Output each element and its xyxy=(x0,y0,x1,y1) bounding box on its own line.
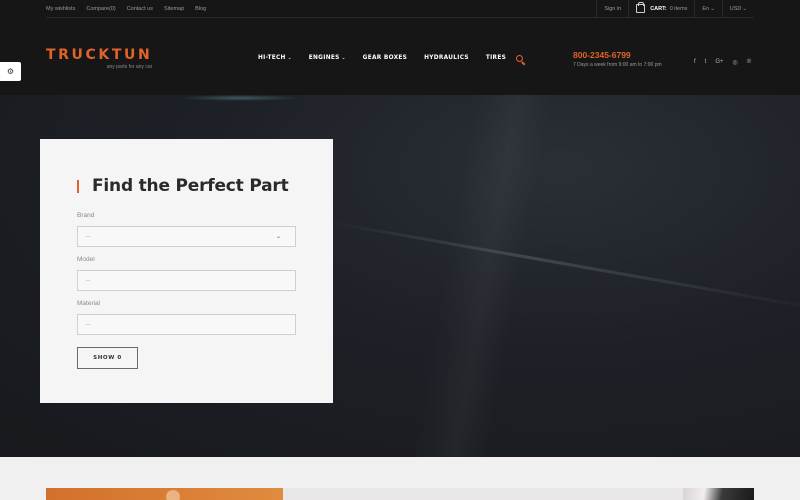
chevron-down-icon: ⌄ xyxy=(742,5,747,12)
logo-tagline: any parts for any car xyxy=(106,64,153,70)
search-icon[interactable] xyxy=(516,55,526,66)
chevron-down-icon: ⌄ xyxy=(275,234,281,240)
top-bar: My wishlists Compare(0) Contact us Sitem… xyxy=(46,0,754,18)
heading-accent-bar xyxy=(77,179,79,193)
finder-heading: Find the Perfect Part xyxy=(77,176,289,196)
model-value: -- xyxy=(86,277,90,284)
pinterest-icon[interactable]: ℗ xyxy=(747,59,751,66)
nav-item-tires[interactable]: TIRES xyxy=(486,55,506,61)
social-links: f t G+ ◎ ℗ xyxy=(694,59,751,66)
promo-banner-orange[interactable] xyxy=(46,488,283,500)
cart-icon xyxy=(636,2,646,13)
material-select[interactable]: -- xyxy=(77,314,296,335)
logo[interactable]: TRUCKTUN any parts for any car xyxy=(46,48,152,70)
brand-value: -- xyxy=(86,233,90,240)
account-area: Sign in CART: 0 items En ⌄ USD ⌄ xyxy=(596,0,754,18)
phone-number[interactable]: 800-2345-6799 xyxy=(573,50,631,60)
blog-link[interactable]: Blog xyxy=(195,6,206,12)
promo-banner-light[interactable] xyxy=(283,488,683,500)
promo-image-detail xyxy=(166,490,180,500)
promo-banner-car[interactable] xyxy=(683,488,754,500)
hero-light-streak xyxy=(323,219,800,314)
contact-link[interactable]: Contact us xyxy=(127,6,153,12)
sitemap-link[interactable]: Sitemap xyxy=(164,6,184,12)
hero-light-glow xyxy=(180,95,300,101)
chevron-down-icon: ⌄ xyxy=(341,56,346,61)
show-results-button[interactable]: SHOW 0 xyxy=(77,347,138,369)
logo-text: TRUCKTUN xyxy=(46,47,153,63)
wishlist-link[interactable]: My wishlists xyxy=(46,6,75,12)
currency-selector[interactable]: USD ⌄ xyxy=(721,0,754,18)
model-select[interactable]: -- xyxy=(77,270,296,291)
gears-icon: ⚙ xyxy=(6,67,15,76)
material-label: Material xyxy=(77,300,101,307)
google-plus-icon[interactable]: G+ xyxy=(715,59,723,66)
nav-label: ENGINES xyxy=(308,55,340,61)
part-finder-panel: Find the Perfect Part Brand -- ⌄ Model -… xyxy=(40,139,333,403)
signin-cell: Sign in xyxy=(596,0,628,18)
nav-item-gear-boxes[interactable]: GEAR BOXES xyxy=(363,55,407,61)
language-selector[interactable]: En ⌄ xyxy=(694,0,721,18)
nav-item-hydraulics[interactable]: HYDRAULICS xyxy=(424,55,469,61)
twitter-icon[interactable]: t xyxy=(705,59,707,66)
compare-link[interactable]: Compare(0) xyxy=(86,6,115,12)
cart-count: 0 items xyxy=(669,5,688,12)
main-nav: HI-TECH ⌄ ENGINES ⌄ GEAR BOXES HYDRAULICS … xyxy=(258,55,506,61)
language-value: En xyxy=(702,5,710,12)
currency-value: USD xyxy=(729,5,742,12)
chevron-down-icon: ⌄ xyxy=(287,56,292,61)
material-value: -- xyxy=(86,321,90,328)
cart-label: CART: xyxy=(650,5,667,12)
settings-side-tab[interactable]: ⚙ xyxy=(0,62,21,81)
finder-title: Find the Perfect Part xyxy=(92,176,289,196)
model-label: Model xyxy=(77,256,95,263)
brand-label: Brand xyxy=(77,212,95,219)
nav-item-hi-tech[interactable]: HI-TECH ⌄ xyxy=(258,55,292,61)
cart-button[interactable]: CART: 0 items xyxy=(628,0,694,18)
brand-select[interactable]: -- ⌄ xyxy=(77,226,296,247)
signin-link[interactable]: Sign in xyxy=(604,6,621,12)
facebook-icon[interactable]: f xyxy=(694,59,696,66)
nav-item-engines[interactable]: ENGINES ⌄ xyxy=(309,55,346,61)
opening-hours: 7 Days a week from 9:00 am to 7:00 pm xyxy=(573,62,662,68)
nav-label: HI-TECH xyxy=(258,55,286,61)
chevron-down-icon: ⌄ xyxy=(710,5,715,12)
instagram-icon[interactable]: ◎ xyxy=(733,59,738,66)
top-links: My wishlists Compare(0) Contact us Sitem… xyxy=(46,6,206,12)
